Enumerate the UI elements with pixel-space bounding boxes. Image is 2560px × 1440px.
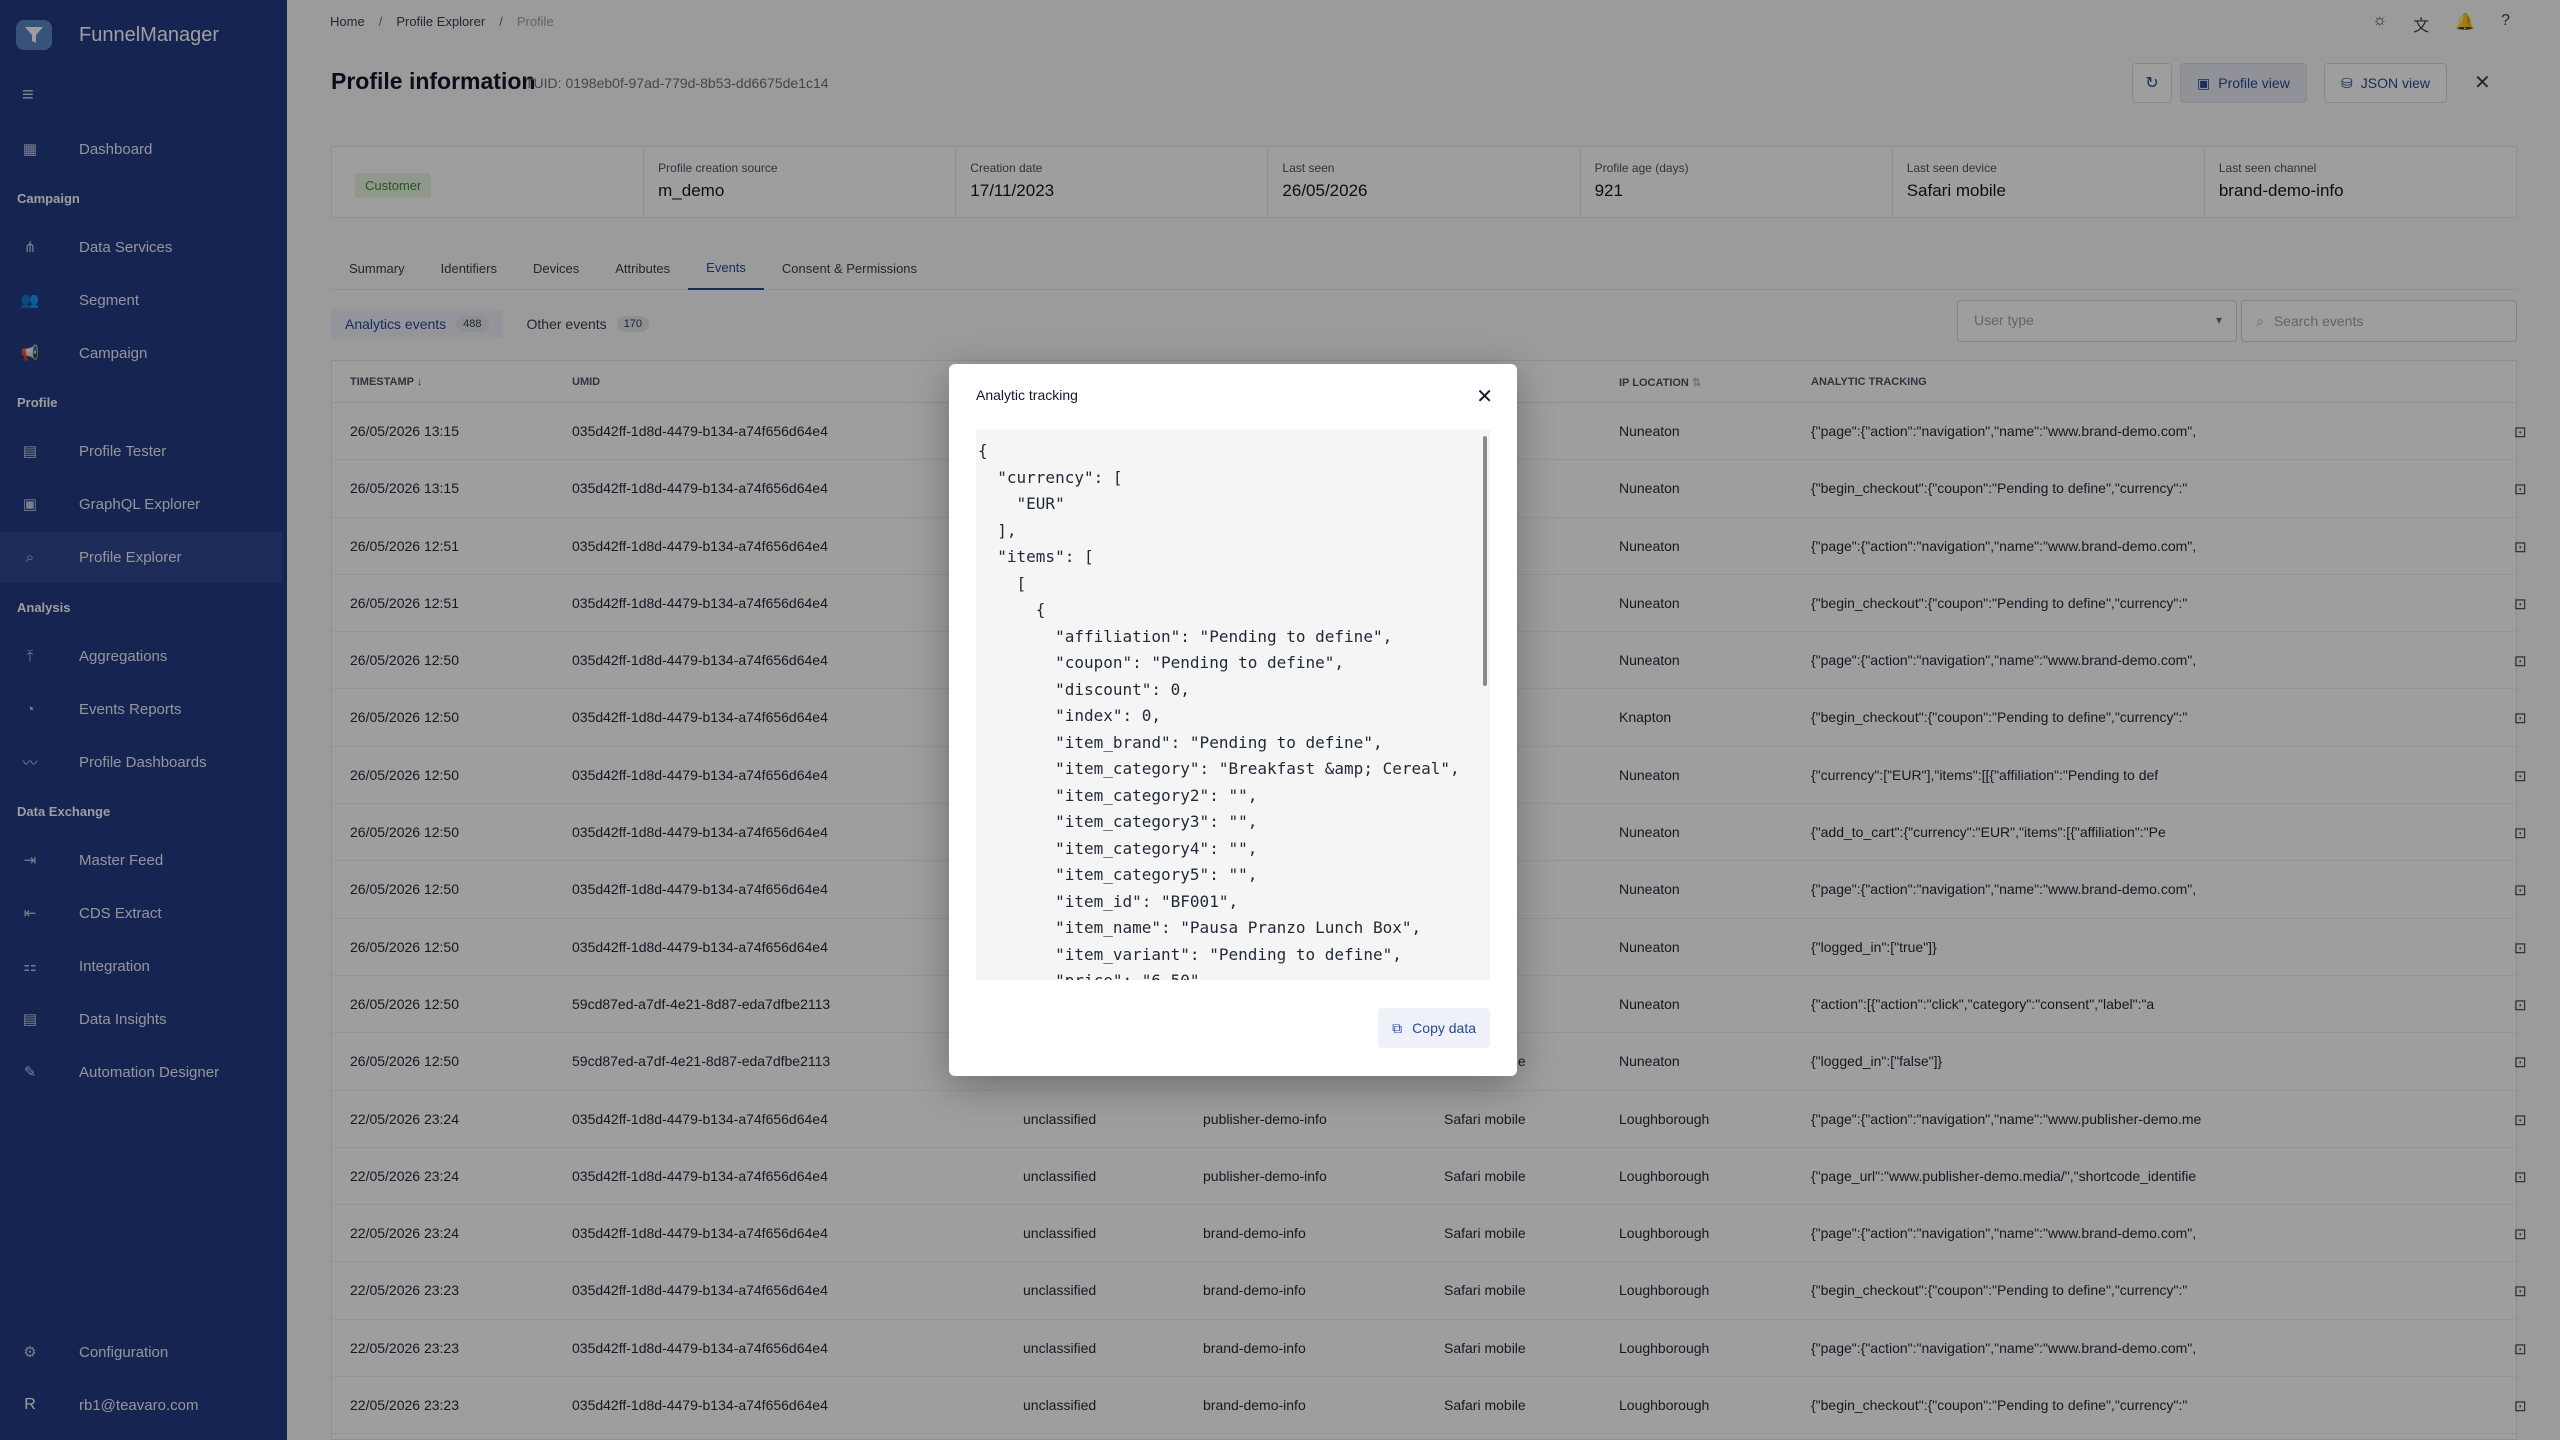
scrollbar[interactable] xyxy=(1483,436,1487,686)
json-code-viewer[interactable]: { "currency": [ "EUR" ], "items": [ [ { … xyxy=(976,430,1490,980)
copy-label: Copy data xyxy=(1412,1020,1476,1036)
copy-icon: ⧉ xyxy=(1392,1019,1403,1036)
copy-data-button[interactable]: ⧉ Copy data xyxy=(1378,1008,1490,1048)
analytic-tracking-modal: Analytic tracking ✕ { "currency": [ "EUR… xyxy=(949,364,1517,1076)
modal-title: Analytic tracking xyxy=(976,387,1078,403)
json-code: { "currency": [ "EUR" ], "items": [ [ { … xyxy=(978,441,1460,980)
close-icon[interactable]: ✕ xyxy=(1476,384,1493,409)
